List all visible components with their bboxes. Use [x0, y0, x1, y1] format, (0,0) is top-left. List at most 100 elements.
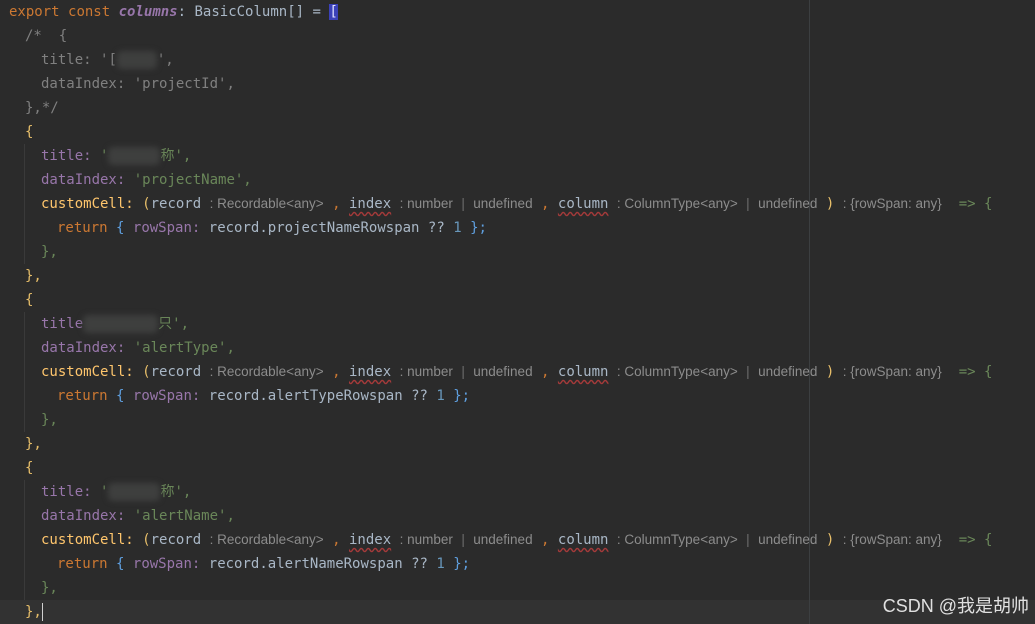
code-line[interactable]: },*/: [25, 96, 59, 120]
code-line[interactable]: customCell: (record : Recordable<any> , …: [41, 528, 992, 552]
type-hint-separator: |: [461, 532, 465, 547]
type-name: BasicColumn[]: [194, 4, 305, 20]
code-line[interactable]: {: [25, 120, 33, 144]
matched-bracket: [: [329, 4, 338, 20]
code-line[interactable]: return { rowSpan: record.projectNameRows…: [57, 216, 487, 240]
code-line[interactable]: },: [25, 432, 42, 456]
string-literal: 称',: [160, 148, 192, 164]
code-line[interactable]: dataIndex: 'alertType',: [41, 336, 235, 360]
type-hint: undefined: [473, 364, 533, 379]
string-literal: 'alertType',: [133, 340, 235, 356]
parameter-name: record: [150, 364, 202, 380]
comma: ,: [332, 196, 341, 212]
parameter-name: index: [349, 532, 392, 548]
code-line[interactable]: {: [25, 456, 33, 480]
type-hint: : {rowSpan: any}: [842, 364, 942, 379]
property-name: dataIndex:: [41, 340, 126, 356]
comment-text: title:: [41, 52, 92, 68]
code-line[interactable]: title: ' 称',: [41, 144, 191, 168]
parameter-name: column: [557, 364, 609, 380]
string-literal: 'projectName',: [133, 172, 252, 188]
keyword: export: [9, 4, 60, 20]
type-hint: undefined: [758, 364, 818, 379]
current-line-highlight: [0, 600, 1035, 624]
type-hint-separator: |: [746, 532, 750, 547]
paren: ): [825, 532, 835, 548]
code-editor[interactable]: export const columns: BasicColumn[] = [ …: [0, 0, 1035, 624]
expression: record.alertNameRowspan: [208, 556, 403, 572]
brace: {: [25, 292, 34, 308]
type-hint: : Recordable<any>: [209, 196, 324, 211]
keyword: return: [57, 556, 108, 572]
code-line[interactable]: dataIndex: 'projectId',: [41, 72, 235, 96]
code-line[interactable]: },: [41, 408, 58, 432]
comment-text: dataIndex:: [41, 76, 126, 92]
type-hint: : number: [399, 196, 453, 211]
comma: ,: [541, 364, 550, 380]
operator: ??: [411, 556, 428, 572]
code-line[interactable]: },: [41, 576, 58, 600]
type-hint: : Recordable<any>: [209, 532, 324, 547]
paren: ): [825, 196, 835, 212]
keyword: return: [57, 220, 108, 236]
operator: ??: [411, 388, 428, 404]
code-line[interactable]: },: [25, 600, 44, 624]
brace: };: [453, 556, 471, 572]
number-literal: 1: [436, 556, 445, 572]
code-line[interactable]: title: '[',: [41, 48, 174, 72]
parameter-name: record: [150, 196, 202, 212]
type-hint: : Recordable<any>: [209, 364, 324, 379]
arrow-token: => {: [958, 532, 993, 548]
comma: ,: [541, 532, 550, 548]
comma: ,: [332, 364, 341, 380]
string-literal: ': [100, 484, 109, 500]
string-literal: 只',: [158, 316, 190, 332]
type-hint: undefined: [473, 532, 533, 547]
code-line[interactable]: title: ' 称',: [41, 480, 191, 504]
type-hint: : {rowSpan: any}: [842, 532, 942, 547]
paren: (: [142, 364, 151, 380]
expression: record.projectNameRowspan: [208, 220, 420, 236]
code-line[interactable]: /* {: [25, 24, 67, 48]
comment-text: /* {: [25, 28, 68, 44]
indent-guide: [24, 144, 25, 264]
paren: (: [142, 532, 151, 548]
method-name: customCell:: [41, 196, 134, 212]
brace: },: [41, 412, 58, 428]
type-hint-separator: |: [461, 364, 465, 379]
property-name: dataIndex:: [41, 508, 126, 524]
code-line[interactable]: return { rowSpan: record.alertTypeRowspa…: [57, 384, 470, 408]
redacted-text: [116, 51, 157, 69]
string-literal: 'alertName',: [133, 508, 235, 524]
number-literal: 1: [453, 220, 462, 236]
operator: ??: [427, 220, 445, 236]
parameter-name: index: [349, 196, 392, 212]
arrow-token: => {: [958, 364, 993, 380]
method-name: customCell:: [41, 364, 134, 380]
brace: },: [41, 244, 58, 260]
type-hint: undefined: [758, 532, 818, 547]
type-hint: : ColumnType<any>: [616, 364, 738, 379]
property-name: dataIndex:: [41, 172, 126, 188]
code-line[interactable]: title 只',: [41, 312, 189, 336]
code-line[interactable]: {: [25, 288, 33, 312]
code-line[interactable]: customCell: (record : Recordable<any> , …: [41, 360, 992, 384]
comment-text: '[: [100, 52, 117, 68]
arrow-token: => {: [958, 196, 993, 212]
type-hint: : ColumnType<any>: [616, 532, 738, 547]
operator: =: [312, 4, 321, 20]
code-line[interactable]: },: [41, 240, 58, 264]
brace: };: [470, 220, 487, 236]
code-line[interactable]: export const columns: BasicColumn[] = [: [9, 0, 338, 24]
code-line[interactable]: return { rowSpan: record.alertNameRowspa…: [57, 552, 470, 576]
code-line[interactable]: dataIndex: 'projectName',: [41, 168, 252, 192]
brace: {: [25, 124, 34, 140]
comment-text: },*/: [25, 100, 59, 116]
code-line[interactable]: dataIndex: 'alertName',: [41, 504, 235, 528]
property-name: rowSpan:: [132, 220, 201, 236]
code-line[interactable]: },: [25, 264, 42, 288]
code-line[interactable]: customCell: (record : Recordable<any> , …: [41, 192, 992, 216]
brace: {: [116, 556, 125, 572]
brace: {: [25, 460, 34, 476]
brace: {: [116, 388, 125, 404]
